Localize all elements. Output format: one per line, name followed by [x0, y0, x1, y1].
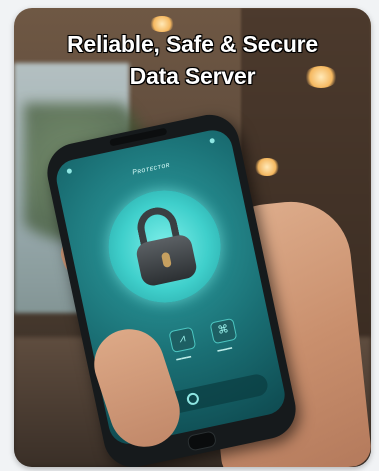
home-button[interactable]: [186, 430, 218, 452]
status-dot-icon: [66, 168, 73, 175]
wall-lamp: [254, 158, 280, 176]
keyhole-icon: [160, 251, 172, 269]
home-circle-icon[interactable]: [185, 391, 201, 407]
battery-icon: [209, 137, 216, 144]
share-icon: ⌘: [216, 323, 230, 338]
chart-icon: ⩘: [177, 332, 187, 346]
tile-share[interactable]: ⌘: [209, 317, 238, 345]
banner-title-line1: Reliable, Safe & Secure: [66, 31, 319, 57]
hero-image-card: Reliable, Safe & Secure Data Server Pʀᴏᴛ…: [14, 8, 371, 467]
tile-caption-bar: ▬▬▬: [216, 344, 233, 354]
banner-title: Reliable, Safe & Secure Data Server: [14, 28, 371, 92]
tile-chart[interactable]: ⩘: [168, 326, 197, 354]
banner-title-line2: Data Server: [129, 63, 256, 89]
security-ring[interactable]: [98, 180, 232, 313]
tile-caption-bar: ▬▬▬: [175, 353, 192, 363]
